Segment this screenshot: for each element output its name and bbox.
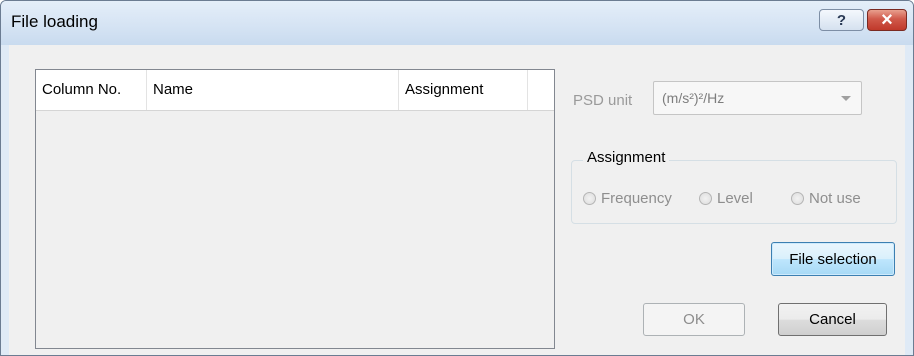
- radio-not-use-label: Not use: [809, 190, 861, 207]
- window-title: File loading: [11, 12, 98, 31]
- ok-button[interactable]: OK: [643, 303, 745, 336]
- title-bar[interactable]: File loading ? ×: [1, 1, 913, 45]
- psd-unit-label: PSD unit: [573, 92, 633, 109]
- assignment-legend: Assignment: [583, 149, 670, 166]
- radio-circle-icon: [791, 192, 804, 205]
- radio-frequency-label: Frequency: [601, 190, 672, 207]
- column-header-name[interactable]: Name: [147, 70, 399, 110]
- file-selection-button[interactable]: File selection: [771, 242, 895, 276]
- radio-level[interactable]: Level: [699, 190, 753, 207]
- column-header-assignment[interactable]: Assignment: [399, 70, 528, 110]
- dialog-client-area: Column No. Name Assignment PSD unit (m/s…: [9, 45, 905, 355]
- list-header: Column No. Name Assignment: [36, 70, 554, 111]
- psd-unit-value: (m/s²)²/Hz: [662, 90, 725, 106]
- psd-unit-select[interactable]: (m/s²)²/Hz: [653, 81, 862, 115]
- cancel-button[interactable]: Cancel: [778, 303, 887, 336]
- radio-circle-icon: [699, 192, 712, 205]
- radio-frequency[interactable]: Frequency: [583, 190, 672, 207]
- radio-circle-icon: [583, 192, 596, 205]
- help-button[interactable]: ?: [819, 9, 864, 31]
- close-icon: ×: [881, 9, 893, 31]
- question-mark-icon: ?: [836, 11, 847, 29]
- close-button[interactable]: ×: [867, 9, 907, 31]
- column-list[interactable]: Column No. Name Assignment: [35, 69, 555, 349]
- column-header-column-no[interactable]: Column No.: [36, 70, 147, 110]
- file-loading-dialog: File loading ? × Column No. Name Assignm…: [0, 0, 914, 356]
- column-header-filler: [528, 70, 554, 110]
- chevron-down-icon: [841, 96, 851, 101]
- radio-level-label: Level: [717, 190, 753, 207]
- radio-not-use[interactable]: Not use: [791, 190, 861, 207]
